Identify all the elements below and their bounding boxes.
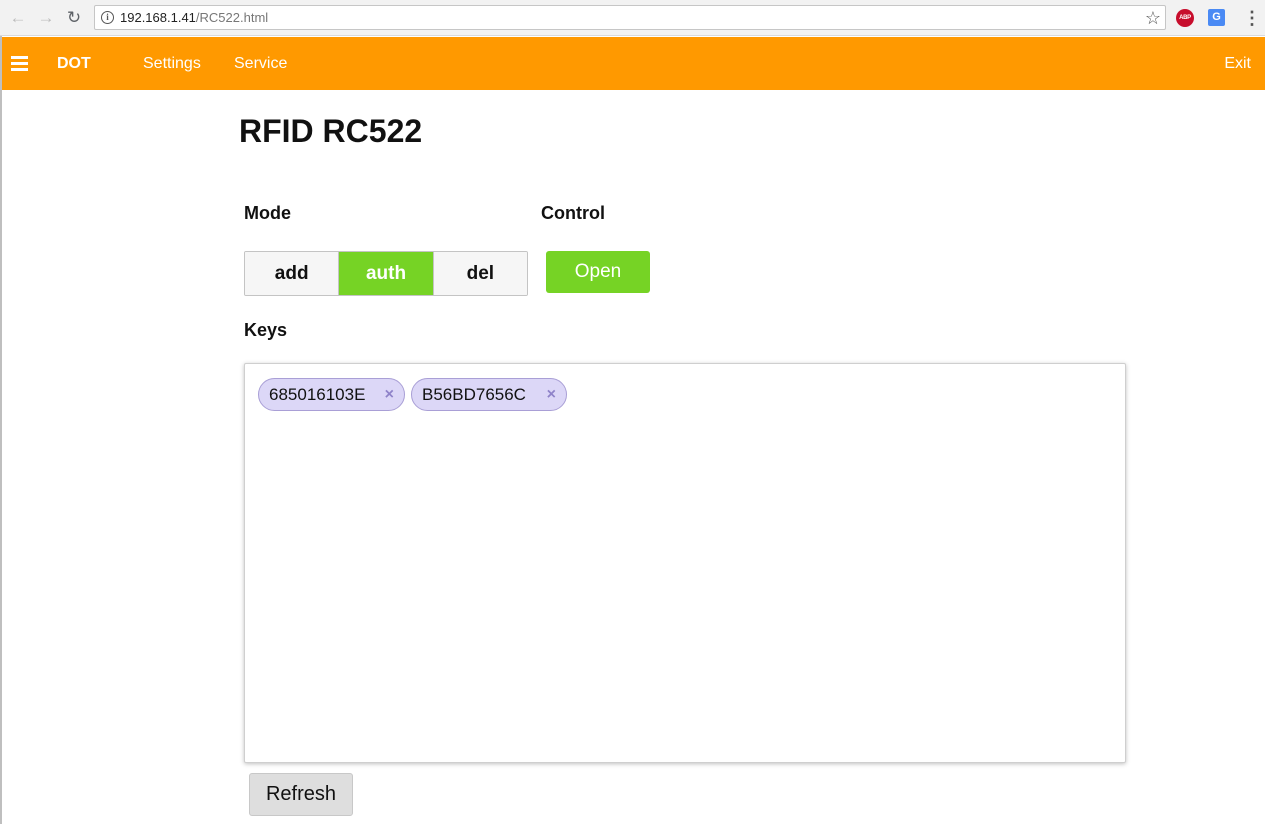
forward-arrow-icon[interactable]: → — [35, 7, 57, 29]
mode-segmented-control: add auth del — [244, 251, 528, 296]
url-text[interactable]: 192.168.1.41/RC522.html — [120, 10, 268, 25]
mode-auth-button[interactable]: auth — [339, 252, 434, 295]
key-tag-value: 685016103E — [269, 385, 366, 404]
refresh-button[interactable]: Refresh — [249, 773, 353, 816]
key-tag: B56BD7656C × — [411, 378, 567, 411]
page-title: RFID RC522 — [239, 113, 423, 149]
open-button[interactable]: Open — [546, 251, 650, 293]
top-navigation-bar: DOT Settings Service Exit — [2, 37, 1265, 90]
browser-menu-icon[interactable]: ⋮ — [1243, 8, 1261, 28]
url-path: /RC522.html — [195, 10, 269, 25]
brand-link[interactable]: DOT — [57, 37, 91, 90]
nav-service-link[interactable]: Service — [234, 37, 287, 90]
bookmark-star-icon[interactable]: ☆ — [1145, 7, 1161, 29]
address-bar[interactable]: i 192.168.1.41/RC522.html ☆ — [94, 5, 1166, 30]
adblock-plus-icon[interactable]: ABP — [1176, 9, 1194, 27]
back-arrow-icon[interactable]: ← — [7, 7, 29, 29]
exit-link[interactable]: Exit — [1224, 37, 1251, 90]
browser-toolbar: ← → ↻ i 192.168.1.41/RC522.html ☆ ABP G … — [0, 0, 1265, 36]
hamburger-menu-icon[interactable] — [11, 37, 31, 90]
mode-add-button[interactable]: add — [245, 252, 340, 295]
mode-del-button[interactable]: del — [433, 252, 527, 295]
key-tag: 685016103E × — [258, 378, 405, 411]
info-icon[interactable]: i — [101, 11, 114, 24]
keys-tag-input[interactable]: 685016103E × B56BD7656C × — [244, 363, 1126, 763]
key-tag-value: B56BD7656C — [422, 385, 526, 404]
url-host: 192.168.1.41 — [120, 10, 196, 25]
reload-icon[interactable]: ↻ — [63, 7, 85, 29]
keys-label: Keys — [244, 320, 288, 340]
google-translate-icon[interactable]: G — [1208, 9, 1225, 26]
nav-settings-link[interactable]: Settings — [143, 37, 201, 90]
remove-tag-icon[interactable]: × — [385, 379, 394, 410]
remove-tag-icon[interactable]: × — [547, 379, 556, 410]
mode-label: Mode — [244, 203, 291, 223]
control-label: Control — [541, 203, 605, 223]
